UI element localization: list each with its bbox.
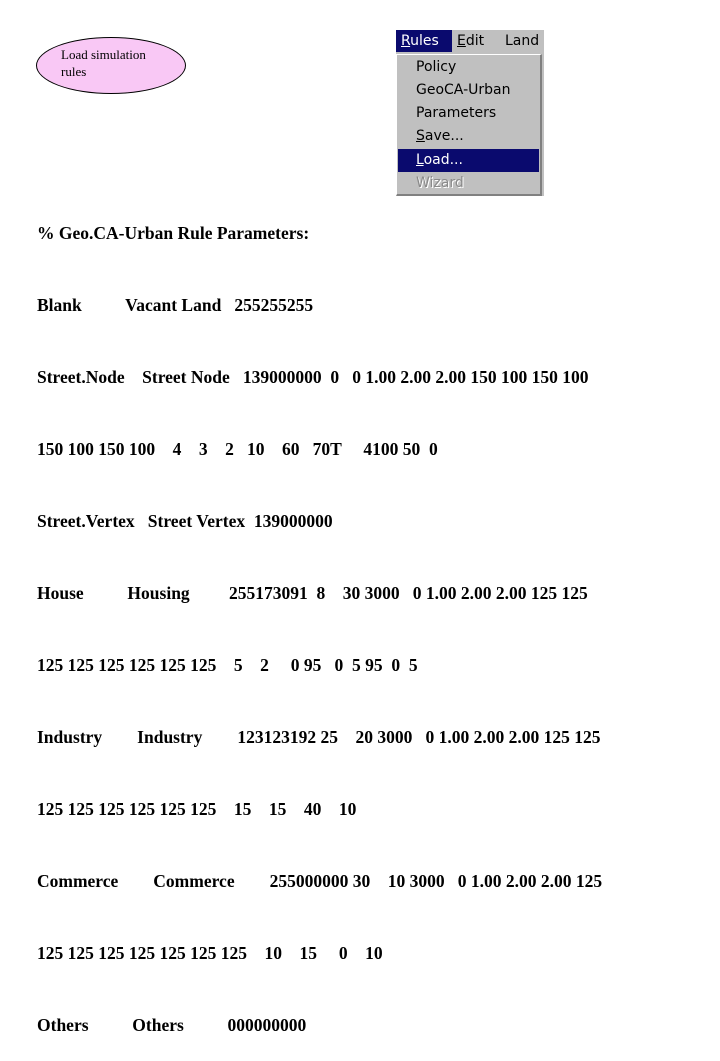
parameters-title: % Geo.CA-Urban Rule Parameters: <box>37 223 310 243</box>
menu-item-load-label: oad... <box>423 152 463 168</box>
callout-line-2: rules <box>61 64 87 79</box>
parameter-line: 125 125 125 125 125 125 125 10 15 0 10 <box>37 943 383 963</box>
menu-item-save[interactable]: Save... <box>398 125 539 148</box>
parameter-line: Blank Vacant Land 255255255 <box>37 295 314 315</box>
parameter-line: Street.Node Street Node 139000000 0 0 1.… <box>37 367 589 387</box>
rule-parameters-listing: % Geo.CA-Urban Rule Parameters: Blank Va… <box>37 173 707 1061</box>
menu-item-policy[interactable]: Policy <box>398 56 539 79</box>
parameter-line: Street.Vertex Street Vertex 139000000 <box>37 511 333 531</box>
menu-item-parameters-label: Parameters <box>416 105 497 121</box>
parameter-line: Industry Industry 123123192 25 20 3000 0… <box>37 727 601 747</box>
menubar: Rules Edit Land <box>396 30 544 52</box>
menu-rules-mnemonic: R <box>401 33 411 49</box>
parameter-line: Commerce Commerce 255000000 30 10 3000 0… <box>37 871 603 891</box>
menu-edit-label: dit <box>465 33 485 49</box>
callout-label: Load simulation rules <box>61 46 181 80</box>
menu-item-parameters[interactable]: Parameters <box>398 102 539 125</box>
menu-land[interactable]: Land <box>500 30 544 52</box>
parameter-line: 125 125 125 125 125 125 15 15 40 10 <box>37 799 357 819</box>
parameter-line: 150 100 150 100 4 3 2 10 60 70T 4100 50 … <box>37 439 438 459</box>
menu-item-save-label: ave... <box>424 128 464 144</box>
menu-edit[interactable]: Edit <box>452 30 500 52</box>
menu-item-policy-label: Policy <box>416 59 457 75</box>
parameter-line: 125 125 125 125 125 125 5 2 0 95 0 5 95 … <box>37 655 418 675</box>
menu-item-save-mnemonic: S <box>416 128 425 144</box>
menu-edit-mnemonic: E <box>457 33 466 49</box>
menu-rules[interactable]: Rules <box>396 30 452 52</box>
menu-rules-label: ules <box>410 33 439 49</box>
menu-item-geoca-urban-label: GeoCA-Urban <box>416 82 511 98</box>
parameter-line: Others Others 000000000 <box>37 1015 307 1035</box>
parameter-line: House Housing 255173091 8 30 3000 0 1.00… <box>37 583 588 603</box>
menu-item-load[interactable]: Load... <box>398 149 539 172</box>
menu-land-label: Land <box>505 33 540 49</box>
rules-menu-screenshot: Rules Edit Land Policy GeoCA-Urban Param… <box>396 30 544 196</box>
menu-item-load-mnemonic: L <box>416 152 424 168</box>
callout-line-1: Load simulation <box>61 47 146 62</box>
menu-item-geoca-urban[interactable]: GeoCA-Urban <box>398 79 539 102</box>
